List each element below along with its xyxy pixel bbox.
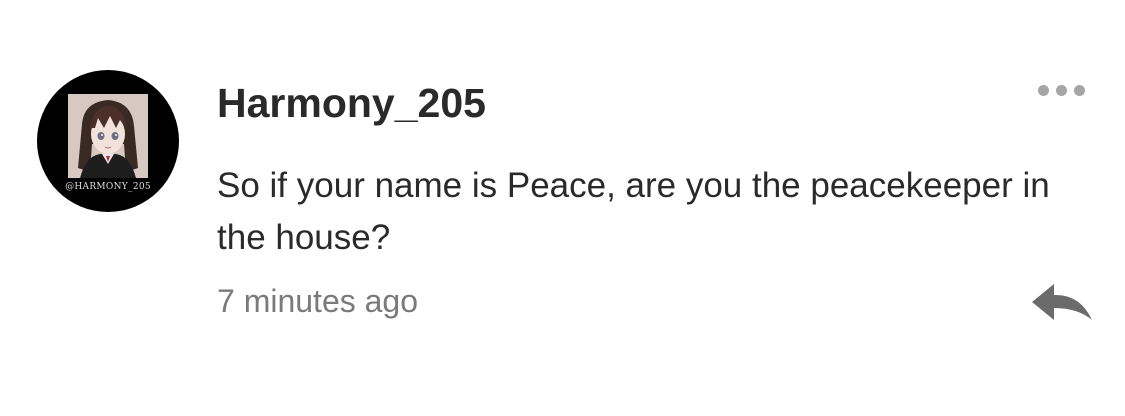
anime-character-icon [68,94,148,178]
more-horizontal-icon [1037,84,1049,96]
more-options-button[interactable] [1026,76,1096,104]
more-horizontal-icon [1073,84,1085,96]
comment-card: @HARMONY_205 Harmony_205 So if your name… [0,0,1125,416]
avatar-handle-watermark: @HARMONY_205 [65,182,151,192]
comment-text: So if your name is Peace, are you the pe… [217,166,1050,257]
avatar[interactable]: @HARMONY_205 [37,70,179,212]
reply-arrow-icon [1032,284,1092,320]
username[interactable]: Harmony_205 [217,80,486,127]
timestamp: 7 minutes ago [217,283,419,319]
more-horizontal-icon [1055,84,1067,96]
avatar-image [68,94,148,178]
reply-button[interactable] [1026,278,1096,330]
